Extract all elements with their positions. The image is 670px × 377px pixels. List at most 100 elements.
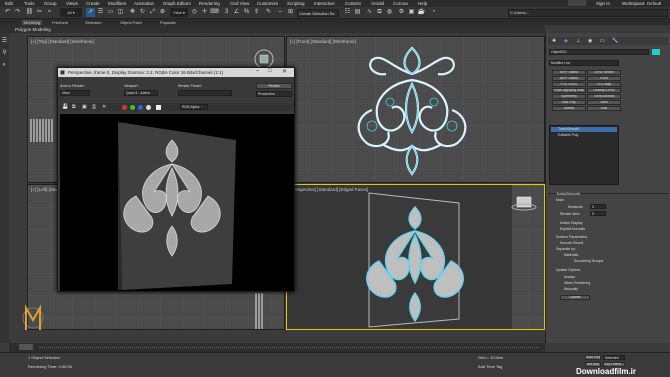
- save-image-icon[interactable]: 💾: [62, 104, 68, 110]
- modifier-list-dropdown[interactable]: Modifier List: [549, 60, 619, 66]
- object-name-field[interactable]: Object001: [549, 49, 649, 55]
- project-path[interactable]: C:\Users\...: [508, 9, 668, 17]
- select-by-name-icon[interactable]: ☰: [96, 8, 105, 17]
- edit-named-sel-icon[interactable]: ✎: [264, 8, 273, 17]
- menu-views[interactable]: Views: [66, 1, 78, 6]
- copy-image-icon[interactable]: ⧉: [72, 104, 76, 110]
- maximize-icon[interactable]: □: [268, 68, 272, 74]
- mod-btn-12[interactable]: Shell: [587, 100, 621, 105]
- mod-btn-3[interactable]: MPP Select: [552, 76, 586, 81]
- iterations-spinner[interactable]: 2: [590, 204, 606, 209]
- render-button[interactable]: Render: [256, 83, 292, 89]
- isoline-display-checkbox[interactable]: Isoline Display: [560, 221, 583, 225]
- menu-interactive[interactable]: Interactive: [314, 1, 335, 6]
- sign-in-link[interactable]: Sign In: [596, 1, 610, 6]
- when-rendering-radio[interactable]: When Rendering: [564, 281, 590, 285]
- render-frame-window[interactable]: Perspective, frame 0, Display Gamma: 2.2…: [57, 67, 295, 292]
- named-selection-sets[interactable]: Create Selection Se: [297, 9, 339, 17]
- window-crossing-icon[interactable]: ◫: [116, 8, 125, 17]
- snap-icon[interactable]: 3: [222, 8, 231, 17]
- object-color-swatch[interactable]: [652, 49, 660, 55]
- menu-content[interactable]: Content: [345, 1, 361, 6]
- blue-channel-icon[interactable]: [138, 105, 143, 110]
- filter-icon[interactable]: ⚲: [0, 49, 9, 58]
- menu-modifiers[interactable]: Modifiers: [108, 1, 126, 6]
- update-button[interactable]: Update: [560, 295, 590, 300]
- percent-snap-icon[interactable]: %: [242, 8, 251, 17]
- tab-populate[interactable]: Populate: [160, 20, 176, 25]
- mod-btn-2[interactable]: UVW Select: [587, 70, 621, 75]
- menu-graph-editors[interactable]: Graph Editors: [163, 1, 191, 6]
- mod-btn-10[interactable]: TurboSmooth: [587, 94, 621, 99]
- print-icon[interactable]: ⎙: [92, 104, 96, 110]
- menu-group[interactable]: Group: [44, 1, 57, 6]
- mod-btn-7[interactable]: Push Applying Map: [552, 88, 586, 93]
- smoothing-groups-checkbox[interactable]: Smoothing Groups: [574, 259, 603, 263]
- menu-civil-view[interactable]: Civil View: [230, 1, 249, 6]
- time-slider-thumb[interactable]: [19, 344, 33, 350]
- link-icon[interactable]: ⛓: [25, 8, 34, 17]
- tab-modeling[interactable]: Modeling: [22, 19, 43, 25]
- create-tab-icon[interactable]: ✚: [552, 38, 556, 44]
- select-object-icon[interactable]: ➚: [86, 8, 95, 17]
- place-icon[interactable]: ⊕: [158, 8, 167, 17]
- mod-btn-8[interactable]: Unwrap UVW: [587, 88, 621, 93]
- render-iters-spinner[interactable]: 0: [590, 211, 606, 216]
- mod-btn-6[interactable]: FFD Map: [587, 82, 621, 87]
- selection-filter-dropdown[interactable]: All ▾: [60, 8, 82, 17]
- display-tab-icon[interactable]: ▭: [600, 38, 605, 44]
- unlink-icon[interactable]: ✂: [35, 8, 44, 17]
- add-time-tag[interactable]: Add Time Tag: [478, 364, 502, 369]
- rect-selection-icon[interactable]: ▭: [106, 8, 115, 17]
- viewport-front[interactable]: [+] [Front] [Standard] [Wireframe]: [286, 36, 545, 183]
- menu-animation[interactable]: Animation: [134, 1, 154, 6]
- channel-dropdown[interactable]: RGB Alpha: [180, 104, 208, 110]
- menu-rendering[interactable]: Rendering: [199, 1, 220, 6]
- mod-btn-5[interactable]: FFD 2x2x2: [552, 82, 586, 87]
- angle-snap-icon[interactable]: ∠: [232, 8, 241, 17]
- tab-freeform[interactable]: Freeform: [52, 20, 68, 25]
- mod-btn-11[interactable]: Edit Poly: [552, 100, 586, 105]
- toggle-scene-explorer-icon[interactable]: ☷: [343, 8, 352, 17]
- user-icon[interactable]: [568, 0, 586, 6]
- stack-item-turbosmooth[interactable]: TurboSmooth: [551, 127, 617, 132]
- menu-scripting[interactable]: Scripting: [287, 1, 305, 6]
- polygon-modeling-label[interactable]: Polygon Modeling: [15, 27, 51, 32]
- mirror-icon[interactable]: ⇔: [276, 8, 285, 17]
- minimize-icon[interactable]: –: [256, 68, 259, 74]
- manually-radio[interactable]: Manually: [564, 287, 578, 291]
- scale-icon[interactable]: ⤢: [148, 8, 157, 17]
- material-editor-icon[interactable]: ◍: [385, 8, 394, 17]
- menu-create[interactable]: Create: [86, 1, 100, 6]
- keyboard-shortcut-icon[interactable]: ⌨: [210, 8, 219, 17]
- display-icon[interactable]: ◐: [0, 61, 9, 70]
- ref-coord-dropdown[interactable]: View ▾: [170, 8, 188, 17]
- utilities-tab-icon[interactable]: 🔧: [612, 38, 618, 44]
- materials-checkbox[interactable]: Materials: [564, 253, 578, 257]
- pivot-icon[interactable]: ◎: [190, 8, 199, 17]
- auto-key-button[interactable]: Auto Key: [585, 355, 601, 360]
- menu-help[interactable]: Help: [418, 1, 427, 6]
- render-setup-icon[interactable]: ⚙: [397, 8, 406, 17]
- mod-btn-1[interactable]: MPP Select: [552, 70, 586, 75]
- render-iterative-icon[interactable]: ◔: [429, 8, 438, 17]
- clear-icon[interactable]: ✕: [102, 104, 106, 110]
- rendered-frame-window-icon[interactable]: ▣: [407, 8, 416, 17]
- viewport-perspective[interactable]: [Perspective] [Standard] [Edged Faces]: [286, 184, 545, 330]
- area-to-render-dropdown[interactable]: View: [60, 90, 90, 96]
- undo-icon[interactable]: ↶: [3, 8, 12, 17]
- menu-edit[interactable]: Edit: [5, 1, 13, 6]
- menu-tools[interactable]: Tools: [24, 1, 35, 6]
- bind-space-warp-icon[interactable]: ≈: [45, 8, 54, 17]
- viewcube-icon[interactable]: [509, 191, 539, 217]
- redo-icon[interactable]: ↷: [13, 8, 22, 17]
- mod-btn-13[interactable]: Sweep: [552, 106, 586, 111]
- mod-btn-14[interactable]: Edit: [587, 106, 621, 111]
- schematic-view-icon[interactable]: ⧉: [375, 8, 384, 17]
- alpha-channel-icon[interactable]: [146, 105, 151, 110]
- mod-btn-4[interactable]: Push: [587, 76, 621, 81]
- render-preset-dropdown[interactable]: [178, 90, 232, 96]
- align-icon[interactable]: ⊞: [286, 8, 295, 17]
- always-radio[interactable]: Always: [564, 275, 575, 279]
- scene-explorer-icon[interactable]: ☰: [0, 37, 9, 46]
